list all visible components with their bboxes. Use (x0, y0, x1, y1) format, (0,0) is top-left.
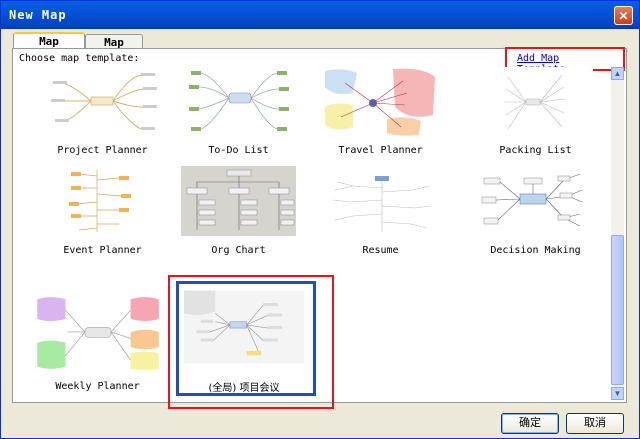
chevron-down-icon: ▼ (613, 389, 622, 398)
template-label: Project Planner (57, 145, 148, 156)
resume-thumbnail (323, 166, 438, 236)
weekly-planner-thumbnail (35, 295, 160, 371)
template-label: Org Chart (211, 245, 266, 256)
template-label: Event Planner (63, 245, 142, 256)
scroll-up-arrow[interactable]: ▲ (611, 67, 624, 80)
template-weekly-planner[interactable]: Weekly Planner (35, 295, 170, 393)
close-button[interactable]: ✕ (614, 6, 633, 25)
template-project-planner[interactable]: Project Planner (45, 67, 160, 157)
decision-making-thumbnail (478, 166, 593, 236)
template-to-do-list[interactable]: To-Do List (181, 67, 296, 157)
chevron-up-icon: ▲ (613, 69, 622, 78)
template-project-meeting[interactable]: (全局) 项目会议 (184, 289, 309, 394)
title-bar[interactable]: New Map ✕ (1, 1, 639, 29)
template-decision-making[interactable]: Decision Making (478, 166, 593, 256)
tab-map-templates[interactable]: Map Templates (13, 32, 85, 64)
template-label: Decision Making (490, 245, 581, 256)
org-chart-thumbnail (181, 166, 296, 236)
template-packing-list[interactable]: Packing List (478, 67, 593, 157)
template-label: (全局) 项目会议 (208, 383, 280, 394)
project-planner-thumbnail (45, 67, 160, 137)
window-title: New Map (9, 8, 67, 22)
scroll-thumb[interactable] (611, 235, 624, 385)
travel-planner-thumbnail (323, 67, 438, 137)
cancel-button[interactable]: 取消 (566, 413, 624, 434)
event-planner-thumbnail (45, 166, 160, 236)
scroll-down-arrow[interactable]: ▼ (611, 387, 624, 400)
new-map-dialog: New Map ✕ Map Styles Map Templates Choos… (0, 0, 640, 439)
template-travel-planner[interactable]: Travel Planner (323, 67, 438, 157)
ok-button[interactable]: 确定 (501, 413, 559, 434)
templates-scrollbar[interactable]: ▲ ▼ (611, 67, 624, 400)
to-do-list-thumbnail (181, 67, 296, 137)
template-resume[interactable]: Resume (323, 166, 438, 256)
template-label: Resume (362, 245, 399, 256)
template-label: Packing List (499, 145, 572, 156)
packing-list-thumbnail (478, 67, 593, 137)
choose-template-label: Choose map template: (19, 53, 140, 64)
template-org-chart[interactable]: Org Chart (181, 166, 296, 256)
template-event-planner[interactable]: Event Planner (45, 166, 160, 256)
templates-panel: Choose map template: Add Map Template...… (12, 47, 627, 409)
template-label: To-Do List (208, 145, 269, 156)
template-label: Travel Planner (338, 145, 423, 156)
close-icon: ✕ (618, 9, 629, 23)
template-label: Weekly Planner (55, 381, 140, 392)
project-meeting-thumbnail (184, 290, 304, 364)
